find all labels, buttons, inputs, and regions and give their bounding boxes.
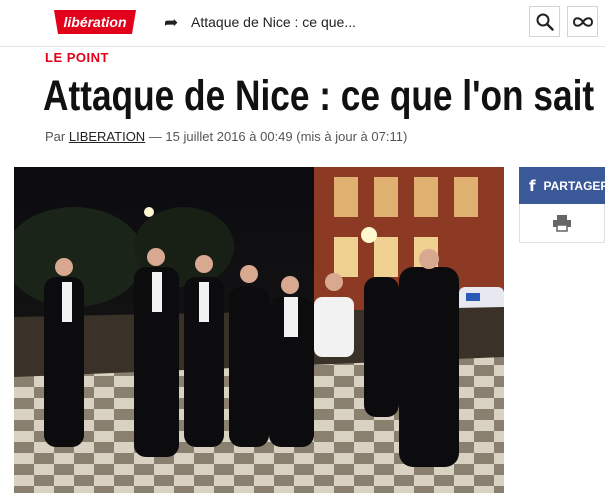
share-block: f PARTAGER	[519, 167, 605, 243]
article-byline: Par LIBERATION — 15 juillet 2016 à 00:49…	[45, 129, 407, 144]
facebook-share-label: PARTAGER	[543, 178, 605, 193]
publication-date: — 15 juillet 2016 à 00:49 (mis à jour à …	[145, 129, 408, 144]
svg-text:libération: libération	[63, 14, 126, 30]
liberation-logo[interactable]: libération	[52, 6, 138, 38]
search-button[interactable]	[529, 6, 560, 37]
search-icon	[536, 13, 554, 31]
top-bar: libération ➦ Attaque de Nice : ce que...	[0, 0, 605, 47]
byline-prefix: Par	[45, 129, 66, 144]
author-link[interactable]: LIBERATION	[69, 129, 145, 144]
infinity-menu-icon	[572, 16, 593, 27]
print-button[interactable]	[519, 204, 605, 243]
facebook-share-button[interactable]: f PARTAGER	[519, 167, 605, 204]
article-headline: Attaque de Nice : ce que l'on sait	[43, 72, 595, 120]
article-kicker[interactable]: LE POINT	[45, 50, 109, 65]
menu-button[interactable]	[567, 6, 598, 37]
header-article-title[interactable]: Attaque de Nice : ce que...	[191, 14, 356, 30]
printer-icon	[553, 215, 571, 232]
article-photo	[14, 167, 504, 493]
facebook-icon: f	[529, 176, 536, 195]
share-arrow-icon[interactable]: ➦	[164, 13, 178, 33]
